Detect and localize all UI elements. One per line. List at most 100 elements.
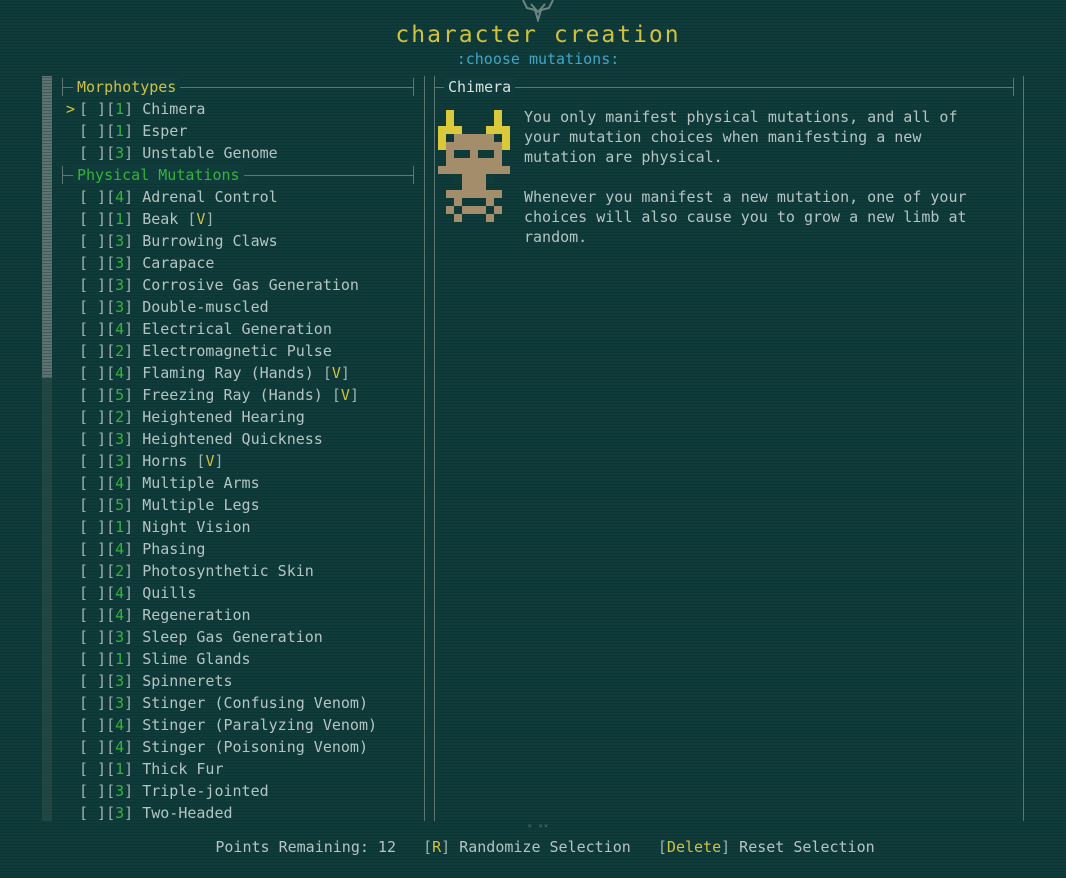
mutation-cost: 4: [115, 716, 125, 734]
checkbox[interactable]: [ ]: [79, 408, 106, 426]
mutation-row[interactable]: [ ][1] Night Vision: [79, 516, 251, 538]
mutation-cost: 1: [115, 518, 125, 536]
checkbox[interactable]: [ ]: [79, 276, 106, 294]
selection-cursor-icon: >: [66, 100, 76, 118]
mutation-row[interactable]: [ ][3] Two-Headed: [79, 802, 233, 824]
checkbox[interactable]: [ ]: [79, 584, 106, 602]
mutation-name: Quills: [142, 584, 197, 602]
mutation-name: Spinnerets: [142, 672, 233, 690]
mutation-row[interactable]: [ ][4] Regeneration: [79, 604, 251, 626]
mutation-row[interactable]: [ ][1] Beak [V]: [79, 208, 214, 230]
checkbox[interactable]: [ ]: [79, 144, 106, 162]
checkbox[interactable]: [ ]: [79, 452, 106, 470]
reset-label: Reset Selection: [739, 838, 875, 856]
mutation-row[interactable]: [ ][4] Adrenal Control: [79, 186, 278, 208]
checkbox[interactable]: [ ]: [79, 562, 106, 580]
checkbox[interactable]: [ ]: [79, 122, 106, 140]
detail-frame-tick: [1013, 78, 1014, 96]
mutation-row[interactable]: [ ][3] Corrosive Gas Generation: [79, 274, 359, 296]
mutation-name: Chimera: [142, 100, 206, 118]
checkbox[interactable]: [ ]: [79, 342, 106, 360]
checkbox[interactable]: [ ]: [79, 694, 106, 712]
checkbox[interactable]: [ ]: [79, 474, 106, 492]
mutation-name: Electrical Generation: [142, 320, 332, 338]
mutation-cost: 3: [115, 430, 125, 448]
checkbox[interactable]: [ ]: [79, 430, 106, 448]
mutation-name: Multiple Arms: [142, 474, 260, 492]
mutation-cost: 4: [115, 188, 125, 206]
mutation-row[interactable]: [ ][3] Burrowing Claws: [79, 230, 278, 252]
mutation-name: Flaming Ray (Hands): [142, 364, 323, 382]
mutation-cost: 4: [115, 540, 125, 558]
mutation-row[interactable]: [ ][4] Phasing: [79, 538, 205, 560]
checkbox[interactable]: [ ]: [79, 320, 106, 338]
checkbox[interactable]: [ ]: [79, 188, 106, 206]
checkbox[interactable]: [ ]: [79, 760, 106, 778]
checkbox[interactable]: [ ]: [79, 100, 106, 118]
morphotypes-heading: Morphotypes: [73, 78, 181, 96]
page-subtitle: :choose mutations:: [456, 50, 620, 68]
checkbox[interactable]: [ ]: [79, 364, 106, 382]
checkbox[interactable]: [ ]: [79, 672, 106, 690]
checkbox[interactable]: [ ]: [79, 386, 106, 404]
mutation-row[interactable]: [ ][3] Horns [V]: [79, 450, 224, 472]
scrollbar-thumb[interactable]: [42, 76, 52, 378]
checkbox[interactable]: [ ]: [79, 518, 106, 536]
randomize-key: R: [432, 838, 442, 856]
game-logo-icon: [522, 0, 554, 22]
mutation-row[interactable]: [ ][3] Double-muscled: [79, 296, 269, 318]
mutation-row[interactable]: [ ][1] Esper: [79, 120, 187, 142]
mutation-row[interactable]: [ ][3] Spinnerets: [79, 670, 233, 692]
mutation-cost: 3: [115, 254, 125, 272]
checkbox[interactable]: [ ]: [79, 716, 106, 734]
mutation-row[interactable]: [ ][4] Flaming Ray (Hands) [V]: [79, 362, 350, 384]
mutation-row[interactable]: [ ][3] Carapace: [79, 252, 214, 274]
checkbox[interactable]: [ ]: [79, 254, 106, 272]
mutation-row[interactable]: [ ][4] Stinger (Paralyzing Venom): [79, 714, 377, 736]
mutation-name: Stinger (Poisoning Venom): [142, 738, 368, 756]
panel-divider: [434, 76, 435, 821]
reset-key: Delete: [666, 838, 722, 856]
mutation-cost: 1: [115, 760, 125, 778]
checkbox[interactable]: [ ]: [79, 496, 106, 514]
reset-button[interactable]: [Delete] Reset Selection: [658, 838, 875, 856]
mutation-row[interactable]: [ ][5] Freezing Ray (Hands) [V]: [79, 384, 359, 406]
mutation-row[interactable]: [ ][1] Thick Fur: [79, 758, 224, 780]
mutation-row[interactable]: [ ][2] Heightened Hearing: [79, 406, 305, 428]
checkbox[interactable]: [ ]: [79, 540, 106, 558]
mutation-row[interactable]: [ ][3] Unstable Genome: [79, 142, 278, 164]
checkbox[interactable]: [ ]: [79, 782, 106, 800]
mutation-row[interactable]: [ ][3] Triple-jointed: [79, 780, 269, 802]
mutation-row[interactable]: >[ ][1] Chimera: [66, 98, 206, 120]
mutation-row[interactable]: [ ][4] Multiple Arms: [79, 472, 260, 494]
detail-rule: [434, 87, 1014, 88]
mutation-cost: 1: [115, 100, 125, 118]
checkbox[interactable]: [ ]: [79, 298, 106, 316]
mutation-name: Esper: [142, 122, 188, 140]
mutation-row[interactable]: [ ][4] Quills: [79, 582, 196, 604]
checkbox[interactable]: [ ]: [79, 210, 106, 228]
checkbox[interactable]: [ ]: [79, 628, 106, 646]
checkbox[interactable]: [ ]: [79, 804, 106, 822]
mutation-row[interactable]: [ ][5] Multiple Legs: [79, 494, 260, 516]
mutation-row[interactable]: [ ][4] Electrical Generation: [79, 318, 332, 340]
checkbox[interactable]: [ ]: [79, 738, 106, 756]
checkbox[interactable]: [ ]: [79, 650, 106, 668]
mutation-cost: 4: [115, 606, 125, 624]
checkbox[interactable]: [ ]: [79, 606, 106, 624]
randomize-button[interactable]: [R] Randomize Selection: [423, 838, 631, 856]
mutation-row[interactable]: [ ][2] Photosynthetic Skin: [79, 560, 314, 582]
mutation-row[interactable]: [ ][3] Stinger (Confusing Venom): [79, 692, 368, 714]
mutation-name: Sleep Gas Generation: [142, 628, 323, 646]
mutation-cost: 2: [115, 342, 125, 360]
detail-title: Chimera: [444, 78, 516, 96]
checkbox[interactable]: [ ]: [79, 232, 106, 250]
mutation-row[interactable]: [ ][2] Electromagnetic Pulse: [79, 340, 332, 362]
mutation-row[interactable]: [ ][3] Sleep Gas Generation: [79, 626, 323, 648]
panel-divider: [424, 76, 425, 821]
mutation-row[interactable]: [ ][1] Slime Glands: [79, 648, 251, 670]
mutation-name: Thick Fur: [142, 760, 224, 778]
mutation-row[interactable]: [ ][3] Heightened Quickness: [79, 428, 323, 450]
mutation-row[interactable]: [ ][4] Stinger (Poisoning Venom): [79, 736, 368, 758]
mutation-cost: 3: [115, 628, 125, 646]
